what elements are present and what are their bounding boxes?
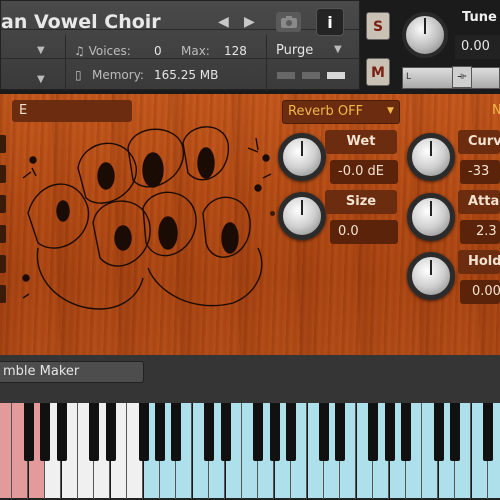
left-edge-slot: [0, 195, 6, 213]
left-edge-slot: [0, 285, 6, 303]
next-preset-arrow-icon[interactable]: ▶: [244, 14, 255, 30]
mute-button[interactable]: M: [366, 58, 390, 86]
black-key[interactable]: [269, 403, 280, 461]
hold-value[interactable]: 0.00: [460, 280, 500, 304]
tune-label: Tune: [462, 10, 497, 25]
instrument-title[interactable]: an Vowel Choir: [1, 11, 161, 33]
left-edge-slot: [0, 135, 6, 153]
black-key[interactable]: [368, 403, 379, 461]
black-key[interactable]: [253, 403, 264, 461]
purge-dropdown-arrow-icon[interactable]: ▼: [334, 44, 342, 55]
size-value[interactable]: 0.0: [330, 220, 398, 244]
black-key[interactable]: [450, 403, 461, 461]
camera-icon[interactable]: [276, 12, 301, 32]
black-key[interactable]: [401, 403, 411, 461]
edge-label: N: [492, 103, 500, 118]
info-button[interactable]: i: [316, 8, 344, 36]
purge-menu[interactable]: Purge: [276, 43, 313, 58]
voices-value: 0: [154, 44, 162, 58]
max-voices-value[interactable]: 128: [224, 44, 247, 58]
left-edge-slot: [0, 165, 6, 183]
black-key[interactable]: [335, 403, 346, 461]
attack-knob[interactable]: [407, 193, 455, 241]
black-key[interactable]: [89, 403, 100, 461]
knob-pointer: [301, 200, 303, 215]
black-key[interactable]: [105, 403, 116, 461]
pan-left-label: L: [406, 72, 412, 82]
pan-slider-handle[interactable]: ⟛: [452, 66, 472, 88]
level-meter-segment: [277, 72, 295, 79]
level-meter-segment: [302, 72, 320, 79]
midi-dropdown-arrow-icon[interactable]: ▼: [37, 74, 45, 85]
prev-preset-arrow-icon[interactable]: ◀: [218, 14, 229, 30]
ensemble-maker-button[interactable]: mble Maker: [0, 361, 144, 383]
knob-pointer: [301, 141, 303, 156]
curve-value[interactable]: -33: [460, 160, 500, 184]
curve-knob[interactable]: [407, 133, 455, 181]
attack-label: Attac: [458, 190, 500, 214]
tune-value[interactable]: 0.00: [455, 35, 500, 59]
instrument-header: an Vowel Choir ◀ ▶ i ▼ ▼ ♫ Voices: 0 Max…: [0, 0, 500, 94]
piano-keyboard[interactable]: [0, 403, 500, 500]
divider: [266, 35, 267, 91]
tune-knob[interactable]: [402, 12, 448, 58]
knob-pointer: [430, 141, 432, 156]
black-key[interactable]: [138, 403, 149, 461]
knob-pointer: [430, 201, 432, 216]
black-key[interactable]: [286, 403, 297, 461]
knob-pointer: [430, 260, 432, 275]
black-key[interactable]: [56, 403, 67, 461]
size-knob[interactable]: [278, 192, 326, 240]
left-edge-slot: [0, 225, 6, 243]
black-key[interactable]: [220, 403, 231, 461]
output-dropdown-arrow-icon[interactable]: ▼: [37, 45, 45, 56]
pan-slider[interactable]: [402, 67, 500, 89]
wet-knob[interactable]: [278, 133, 326, 181]
memory-label: Memory:: [92, 68, 144, 82]
left-edge-slot: [0, 255, 6, 273]
wet-label: Wet: [325, 130, 397, 154]
curve-label: Curve: [458, 130, 500, 154]
black-key[interactable]: [483, 403, 493, 461]
size-label: Size: [325, 190, 397, 214]
voices-label: ♫ Voices:: [74, 44, 131, 58]
memory-icon: ▯: [75, 68, 82, 82]
reverb-dropdown-arrow-icon[interactable]: ▼: [387, 106, 394, 116]
black-key[interactable]: [40, 403, 51, 461]
divider: [65, 35, 66, 91]
max-voices-label: Max:: [181, 44, 210, 58]
black-key[interactable]: [23, 403, 34, 461]
reverb-dropdown[interactable]: Reverb OFF: [282, 100, 400, 124]
solo-button[interactable]: S: [366, 12, 390, 40]
hold-label: Hold: [458, 250, 500, 274]
level-meter-segment: [327, 72, 345, 79]
wet-value[interactable]: -0.0 dE: [330, 160, 398, 184]
choir-illustration: [18, 118, 278, 323]
hold-knob[interactable]: [407, 252, 455, 300]
black-key[interactable]: [155, 403, 165, 461]
attack-value[interactable]: 2.3: [460, 220, 500, 244]
black-key[interactable]: [204, 403, 215, 461]
black-key[interactable]: [433, 403, 444, 461]
white-key[interactable]: [0, 403, 12, 500]
black-key[interactable]: [384, 403, 395, 461]
instrument-info-panel: an Vowel Choir ◀ ▶ i ▼ ▼ ♫ Voices: 0 Max…: [0, 0, 361, 91]
black-key[interactable]: [319, 403, 329, 461]
memory-value: 165.25 MB: [154, 68, 219, 82]
black-key[interactable]: [171, 403, 182, 461]
